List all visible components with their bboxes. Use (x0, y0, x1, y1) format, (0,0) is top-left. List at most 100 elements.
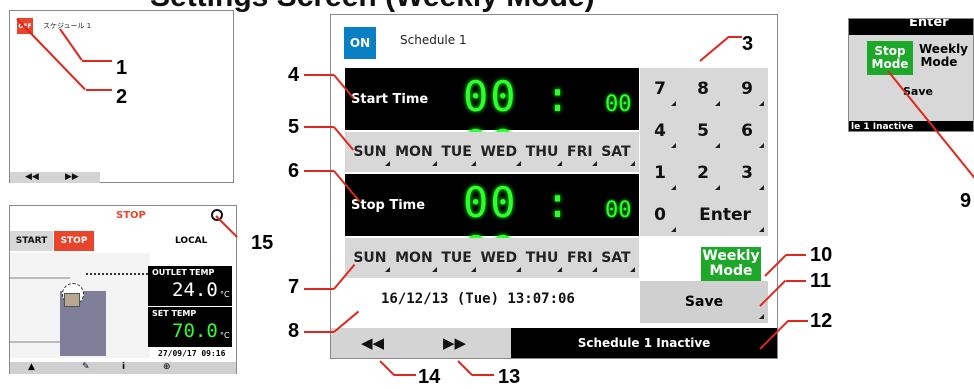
start-day-fri[interactable]: FRI (567, 144, 597, 166)
local-label: LOCAL (175, 236, 208, 246)
bottom-nav-bar: ◀◀ ▶▶ (331, 328, 511, 358)
callout-line-13b (472, 374, 494, 376)
stop-mode-button[interactable]: Stop Mode (867, 41, 913, 75)
callout-1: 1 (116, 57, 128, 79)
callout-line-8 (304, 331, 334, 333)
stop-day-tue[interactable]: TUE (441, 250, 477, 272)
next-icon[interactable]: ▶▶ (65, 172, 79, 182)
schedule-title: Schedule 1 (400, 33, 467, 47)
key-4[interactable]: 4 (640, 110, 680, 152)
key-8[interactable]: 8 (682, 68, 724, 110)
outlet-temp-panel: OUTLET TEMP 24.0 °C (148, 266, 232, 306)
equipment-drawing (10, 253, 150, 358)
prev-icon[interactable]: ◀◀ (25, 172, 39, 182)
stop-time-label: Stop Time (351, 198, 426, 213)
crop-top-bar: Enter (849, 19, 973, 35)
start-day-sat[interactable]: SAT (601, 144, 636, 166)
callout-6: 6 (288, 160, 300, 182)
current-datetime: 16/12/13 (Tue) 13:07:06 (381, 291, 575, 307)
numeric-keypad: 7 8 9 4 5 6 1 2 3 0 Enter (640, 68, 768, 236)
callout-line-7 (304, 288, 334, 290)
valve-block (64, 293, 80, 307)
callout-15: 15 (251, 232, 274, 254)
callout-line-14b (394, 374, 416, 376)
callout-13: 13 (498, 366, 521, 388)
key-1[interactable]: 1 (640, 152, 680, 194)
callout-line-11b (786, 280, 806, 282)
on-toggle-button[interactable]: ON (344, 27, 376, 59)
callout-line-4 (304, 74, 334, 76)
pipe-top (10, 277, 70, 279)
set-temp-value: 70.0 (172, 320, 218, 342)
stop-day-thu[interactable]: THU (526, 250, 562, 272)
start-days-row: SUN MON TUE WED THU FRI SAT (345, 132, 639, 172)
set-temp-unit: °C (220, 331, 230, 340)
info-icon[interactable]: i (122, 362, 125, 372)
crop-enter-label[interactable]: Enter (909, 19, 949, 30)
callout-line-3b (728, 36, 742, 38)
set-temp-label: SET TEMP (152, 309, 197, 318)
status-timestamp: 27/09/17 09:16 (158, 349, 226, 358)
schedule-name: スケジュール 1 (43, 22, 92, 30)
stop-day-fri[interactable]: FRI (567, 250, 597, 272)
start-time-sec: 00 (605, 92, 632, 117)
key-6[interactable]: 6 (726, 110, 768, 152)
callout-line-2b (86, 89, 112, 91)
stop-day-sun[interactable]: SUN (353, 250, 391, 272)
callout-line-13 (457, 360, 473, 376)
next-page-icon[interactable]: ▶▶ (443, 334, 466, 352)
start-time-label: Start Time (351, 92, 429, 107)
start-day-sun[interactable]: SUN (353, 144, 391, 166)
status-mini-screen: STOP START STOP LOCAL OUTLET TEMP 24.0 °… (9, 205, 237, 374)
start-time-row[interactable]: Start Time 00 : 00 00 (345, 68, 639, 170)
callout-2: 2 (116, 86, 128, 108)
stop-time-sec: 00 (605, 198, 632, 223)
key-7[interactable]: 7 (640, 68, 680, 110)
callout-line-12b (788, 320, 808, 322)
warning-icon[interactable]: ▲ (28, 362, 35, 372)
stop-button[interactable]: STOP (54, 231, 94, 251)
start-day-mon[interactable]: MON (395, 144, 437, 166)
weekly-mode-button[interactable]: Weekly Mode (701, 247, 761, 281)
key-2[interactable]: 2 (682, 152, 724, 194)
callout-line-6 (304, 170, 334, 172)
stop-days-row: SUN MON TUE WED THU FRI SAT (345, 238, 639, 278)
schedule-status-bar: Schedule 1 Inactive (511, 328, 777, 358)
callout-line-1b (82, 60, 112, 62)
key-5[interactable]: 5 (682, 110, 724, 152)
callout-5: 5 (288, 116, 300, 138)
status-toolbar: ▲ ✎ i ⊕ (10, 362, 236, 374)
start-day-wed[interactable]: WED (480, 144, 521, 166)
crop-status-text: le 1 Inactive (851, 122, 914, 132)
outlet-temp-label: OUTLET TEMP (152, 268, 215, 277)
mode-crop-panel: Enter Stop Mode Weekly Mode Save le 1 In… (848, 18, 974, 132)
callout-4: 4 (288, 64, 300, 86)
wrench-icon[interactable]: ✎ (82, 362, 90, 372)
callout-7: 7 (288, 276, 300, 298)
callout-10: 10 (810, 244, 833, 266)
callout-line-10b (786, 254, 806, 256)
callout-9: 9 (960, 190, 972, 212)
prev-page-icon[interactable]: ◀◀ (361, 334, 384, 352)
callout-12: 12 (810, 310, 833, 332)
start-day-tue[interactable]: TUE (441, 144, 477, 166)
key-9[interactable]: 9 (726, 68, 768, 110)
mini-nav-bar: ◀◀ ▶▶ (10, 172, 100, 183)
schedule-settings-screen: ON Schedule 1 Start Time 00 : 00 00 SUN … (330, 14, 778, 359)
plus-icon[interactable]: ⊕ (163, 362, 171, 372)
crop-status-bar: le 1 Inactive (849, 121, 973, 132)
start-button[interactable]: START (10, 231, 53, 251)
crop-weekly-mode[interactable]: Weekly Mode (919, 43, 968, 69)
stop-time-row[interactable]: Stop Time 00 : 00 00 (345, 174, 639, 276)
callout-11: 11 (810, 270, 832, 292)
callout-line-14 (379, 360, 395, 376)
outlet-temp-unit: °C (220, 290, 230, 299)
stop-day-mon[interactable]: MON (395, 250, 437, 272)
key-3[interactable]: 3 (726, 152, 768, 194)
key-enter[interactable]: Enter (682, 194, 768, 236)
key-0[interactable]: 0 (640, 194, 680, 236)
save-button[interactable]: Save (640, 281, 768, 323)
start-day-thu[interactable]: THU (526, 144, 562, 166)
stop-day-wed[interactable]: WED (480, 250, 521, 272)
stop-day-sat[interactable]: SAT (601, 250, 636, 272)
